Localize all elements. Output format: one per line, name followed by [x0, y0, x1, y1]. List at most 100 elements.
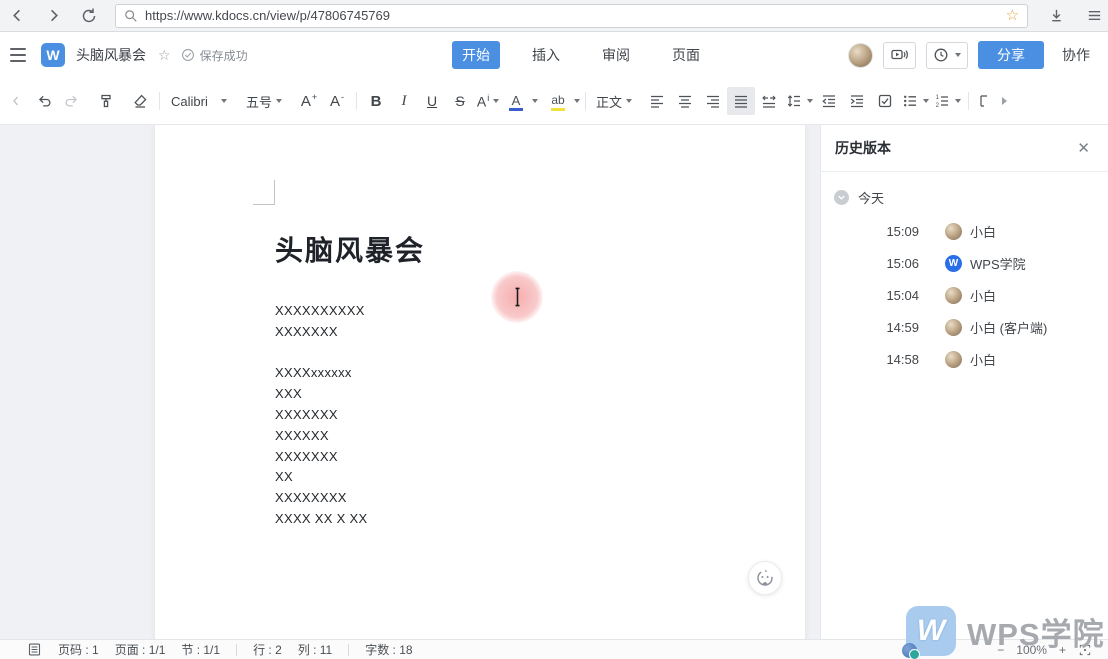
status-divider [348, 644, 349, 656]
font-color-button[interactable]: A [502, 87, 530, 115]
clipped-toolbar-button[interactable] [974, 87, 990, 115]
underline-button[interactable]: U [418, 87, 446, 115]
decrease-indent-icon [820, 92, 838, 110]
history-button[interactable] [926, 42, 968, 69]
numbered-list-icon: 12 [933, 92, 951, 110]
fit-screen-icon[interactable] [1078, 643, 1092, 657]
font-family-value: Calibri [171, 94, 208, 109]
wps-writer-logo[interactable]: W [41, 43, 65, 67]
strikethrough-button[interactable]: S [446, 87, 474, 115]
line-spacing-dropdown[interactable] [783, 87, 815, 115]
history-entry[interactable]: 15:06 W WPS学院 [821, 247, 1108, 279]
text-effects-dropdown[interactable]: Ai [474, 87, 502, 115]
font-color-caret-icon[interactable] [532, 99, 538, 103]
tab-start[interactable]: 开始 [452, 41, 500, 69]
browser-back-button[interactable] [4, 4, 32, 28]
margin-corner-mark [253, 180, 275, 205]
align-center-icon [676, 92, 694, 110]
format-painter-button[interactable] [92, 87, 120, 115]
decrease-indent-button[interactable] [815, 87, 843, 115]
share-button[interactable]: 分享 [978, 41, 1044, 69]
toolbar-scroll-left-button[interactable] [2, 87, 30, 115]
formatting-toolbar: Calibri 五号 A+ A- B I U S Ai A ab [0, 78, 1108, 125]
browser-forward-button[interactable] [40, 4, 68, 28]
entry-time: 14:59 [857, 320, 919, 335]
document-titlebar: W 头脑风暴会 ☆ 保存成功 开始 插入 审阅 页面 分享 协作 [0, 32, 1108, 78]
bold-button[interactable]: B [362, 87, 390, 115]
checkbox-icon [876, 92, 894, 110]
doc-line: XXXX XX X XX [275, 509, 367, 530]
url-bar[interactable]: https://www.kdocs.cn/view/p/47806745769 … [115, 4, 1028, 28]
menu-icon [1086, 7, 1103, 24]
doc-line: XXXXXXX [275, 405, 367, 426]
present-button[interactable] [883, 42, 916, 69]
undo-button[interactable] [30, 87, 58, 115]
entry-author: 小白 [970, 222, 996, 241]
bullet-list-icon [901, 92, 919, 110]
redo-button[interactable] [58, 87, 86, 115]
history-panel: 历史版本 ✕ 今天 15:09 小白 15:06 W WPS学院 15:04 [820, 125, 1108, 639]
doc-line: XXXXXXX [275, 447, 367, 468]
status-section: 节 : 1/1 [181, 641, 220, 658]
chevron-left-icon [9, 94, 23, 108]
tab-page[interactable]: 页面 [662, 41, 710, 69]
screencast-icon [890, 47, 909, 64]
close-panel-button[interactable]: ✕ [1073, 137, 1094, 159]
toolbar-scroll-right-button[interactable] [990, 87, 1018, 115]
numbered-list-dropdown[interactable]: 12 [931, 87, 963, 115]
task-list-button[interactable] [871, 87, 899, 115]
history-entry[interactable]: 15:04 小白 [821, 279, 1108, 311]
browser-actions [1042, 4, 1108, 28]
collaborate-button[interactable]: 协作 [1054, 45, 1098, 65]
font-color-swatch [509, 108, 523, 111]
decrease-font-button[interactable]: A- [323, 87, 351, 115]
highlight-color-button[interactable]: ab [544, 87, 572, 115]
app-menu-button[interactable] [3, 40, 33, 70]
download-button[interactable] [1042, 4, 1070, 28]
increase-indent-button[interactable] [843, 87, 871, 115]
dropdown-caret-icon [493, 99, 499, 103]
paragraph-style-value: 正文 [596, 92, 622, 111]
zoom-out-button[interactable]: − [997, 643, 1004, 657]
zoom-in-button[interactable]: + [1059, 643, 1066, 657]
distribute-alignment-button[interactable] [755, 87, 783, 115]
document-page[interactable]: 头脑风暴会 XXXXXXXXXX XXXXXXX XXXXxxxxxx XXX … [155, 125, 805, 639]
history-entry[interactable]: 15:09 小白 [821, 215, 1108, 247]
history-entry[interactable]: 14:59 小白 (客户端) [821, 311, 1108, 343]
status-pages: 页面 : 1/1 [115, 641, 166, 658]
paragraph-style-dropdown[interactable]: 正文 [591, 87, 637, 115]
increase-indent-icon [848, 92, 866, 110]
font-size-dropdown[interactable]: 五号 [241, 87, 287, 115]
svg-text:1: 1 [936, 95, 940, 101]
url-text: https://www.kdocs.cn/view/p/47806745769 [145, 8, 1006, 23]
align-center-button[interactable] [671, 87, 699, 115]
align-justify-button[interactable] [727, 87, 755, 115]
tab-insert[interactable]: 插入 [522, 41, 570, 69]
align-right-button[interactable] [699, 87, 727, 115]
reload-icon [80, 7, 98, 25]
italic-button[interactable]: I [390, 87, 418, 115]
entry-time: 14:58 [857, 352, 919, 367]
zoom-level[interactable]: 100% [1016, 643, 1047, 657]
entry-avatar [945, 319, 962, 336]
favorite-star-icon[interactable]: ☆ [1006, 8, 1019, 23]
highlight-caret-icon[interactable] [574, 99, 580, 103]
tab-review[interactable]: 审阅 [592, 41, 640, 69]
align-left-button[interactable] [643, 87, 671, 115]
user-avatar[interactable] [848, 43, 873, 68]
font-family-dropdown[interactable]: Calibri [165, 87, 233, 115]
history-group-today[interactable]: 今天 [821, 172, 1108, 215]
dropdown-caret-icon [221, 99, 227, 103]
increase-font-button[interactable]: A+ [295, 87, 323, 115]
dropdown-caret-icon [923, 99, 929, 103]
history-entry[interactable]: 14:58 小白 [821, 343, 1108, 375]
align-left-icon [648, 92, 666, 110]
star-document-icon[interactable]: ☆ [158, 47, 171, 64]
bullet-list-dropdown[interactable] [899, 87, 931, 115]
browser-menu-button[interactable] [1080, 4, 1108, 28]
download-icon [1048, 7, 1065, 24]
assistant-button[interactable] [748, 561, 782, 595]
clear-format-button[interactable] [126, 87, 154, 115]
browser-reload-button[interactable] [75, 4, 103, 28]
dropdown-caret-icon [955, 99, 961, 103]
